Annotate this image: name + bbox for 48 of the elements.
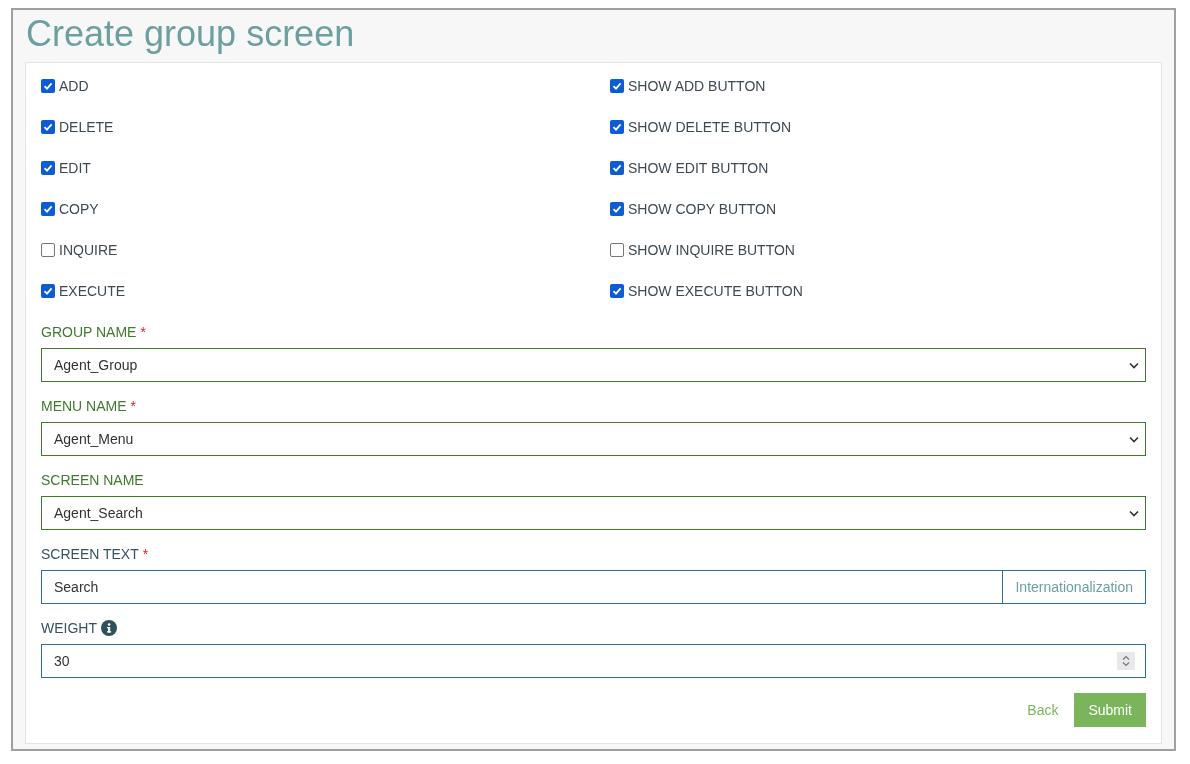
checkbox-label: COPY — [59, 201, 99, 217]
checkbox[interactable] — [41, 120, 55, 134]
checkbox[interactable] — [610, 243, 624, 257]
input-field[interactable]: Search — [41, 570, 1004, 604]
field-value: Agent_Menu — [54, 431, 134, 447]
checkbox[interactable] — [41, 161, 55, 175]
checkbox[interactable] — [610, 161, 624, 175]
checkbox-label: SHOW COPY BUTTON — [628, 201, 777, 217]
field-label: SCREEN NAME — [41, 472, 144, 488]
checkbox-label: INQUIRE — [59, 242, 118, 258]
addon-label: Internationalization — [1003, 570, 1146, 604]
field-label: GROUP NAME — [41, 324, 137, 340]
checkbox-label: SHOW DELETE BUTTON — [628, 119, 792, 135]
checkbox[interactable] — [610, 202, 624, 216]
field-label: WEIGHT — [41, 620, 97, 636]
checkbox[interactable] — [41, 202, 55, 216]
checkbox-label: EXECUTE — [59, 283, 126, 299]
page-title: Create group screen — [25, 12, 356, 56]
required-mark: * — [142, 546, 149, 562]
checkbox[interactable] — [41, 79, 55, 93]
dropdown-field[interactable]: Agent_Menu — [41, 422, 1146, 456]
chevron-down-icon — [1129, 361, 1139, 369]
dropdown-field[interactable]: Agent_Group — [41, 348, 1146, 382]
checkbox[interactable] — [41, 243, 55, 257]
checkbox-label: ADD — [59, 78, 89, 94]
field-label: SCREEN TEXT — [41, 546, 139, 562]
number-field[interactable]: 30 — [41, 644, 1146, 678]
required-mark: * — [130, 398, 136, 414]
checkbox[interactable] — [610, 284, 624, 298]
checkbox-label: DELETE — [59, 119, 114, 135]
checkbox-label: SHOW EXECUTE BUTTON — [628, 283, 803, 299]
checkbox[interactable] — [610, 79, 624, 93]
field-label: MENU NAME — [41, 398, 127, 414]
required-mark: * — [140, 324, 146, 340]
checkbox-label: EDIT — [59, 160, 91, 176]
info-icon[interactable] — [101, 620, 117, 636]
checkbox-label: SHOW EDIT BUTTON — [628, 160, 769, 176]
chevron-down-icon — [1129, 509, 1139, 517]
spinner-icon[interactable] — [1117, 652, 1135, 670]
checkbox[interactable] — [610, 120, 624, 134]
field-value: Agent_Search — [54, 505, 143, 521]
field-value: 30 — [54, 653, 70, 669]
checkbox[interactable] — [41, 284, 55, 298]
field-value: Agent_Group — [54, 357, 138, 373]
checkbox-label: SHOW ADD BUTTON — [628, 78, 766, 94]
dropdown-field[interactable]: Agent_Search — [41, 496, 1146, 530]
checkbox-label: SHOW INQUIRE BUTTON — [628, 242, 795, 258]
chevron-down-icon — [1129, 435, 1139, 443]
